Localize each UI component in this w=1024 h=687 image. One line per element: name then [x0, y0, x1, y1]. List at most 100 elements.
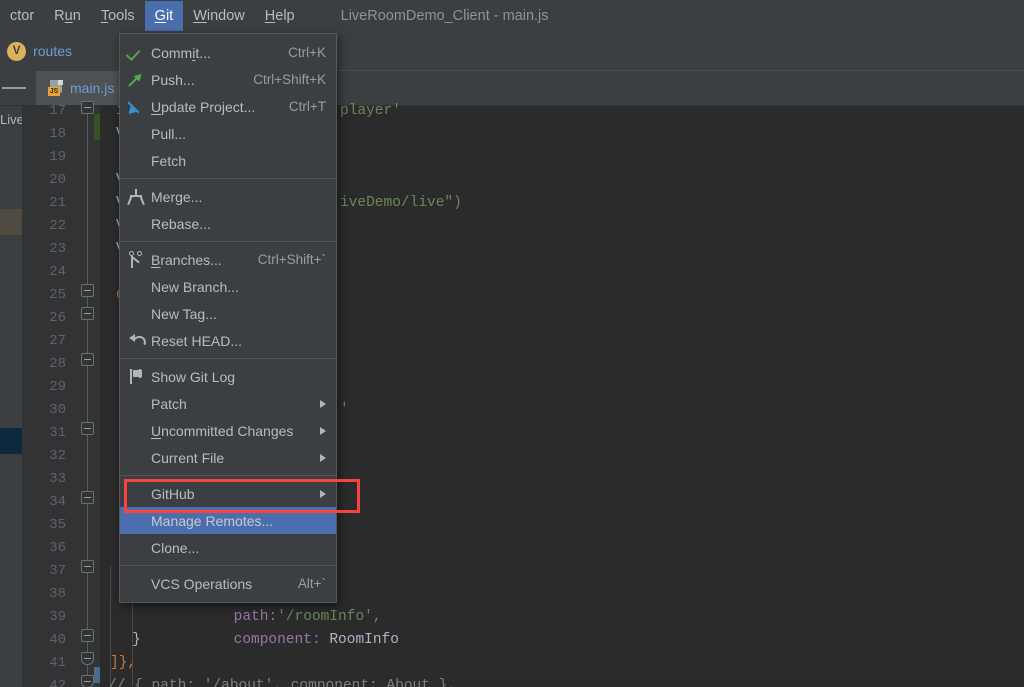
menu-item-label: GitHub	[151, 485, 195, 502]
line-number: 25	[49, 287, 66, 303]
project-selected-row[interactable]	[0, 209, 22, 235]
menu-item-label: Manage Remotes...	[151, 512, 274, 529]
menu-item-pull[interactable]: Pull...	[120, 120, 336, 147]
show-git-log-icon-glyph	[130, 369, 143, 384]
line-number: 39	[49, 609, 66, 625]
menu-item-label: Branches...	[151, 251, 222, 268]
breadcrumb-chevron-icon: ⟩	[0, 43, 1, 59]
project-focused-row[interactable]	[0, 428, 22, 454]
commit-check-icon	[120, 39, 151, 66]
menu-run[interactable]: Run	[44, 1, 91, 31]
fold-box[interactable]	[81, 675, 94, 687]
menu-item-vcs-operations[interactable]: VCS Operations Alt+`	[120, 570, 336, 597]
menu-item-reset-head[interactable]: Reset HEAD...	[120, 327, 336, 354]
collapse-icon[interactable]	[2, 86, 26, 89]
menu-item-shortcut: Ctrl+K	[288, 45, 326, 60]
menu-item-rebase[interactable]: Rebase...	[120, 210, 336, 237]
line-number: 37	[49, 563, 66, 579]
menu-item-icon-empty	[120, 120, 151, 147]
reset-head-icon	[120, 327, 151, 354]
menu-item-label: Clone...	[151, 539, 200, 556]
menu-item-label: Rebase...	[151, 215, 211, 232]
menu-item-label: Current File	[151, 449, 225, 466]
code-token: RoomInfo	[329, 632, 399, 648]
menu-item-icon-empty	[120, 507, 151, 534]
line-number: 36	[49, 540, 66, 556]
line-number: 29	[49, 379, 66, 395]
update-arrow-icon	[120, 93, 151, 120]
merge-icon-glyph	[127, 189, 145, 206]
menu-item-label: Push...	[151, 71, 195, 88]
menu-separator	[120, 358, 336, 359]
fold-box[interactable]	[81, 629, 94, 642]
fold-box[interactable]	[81, 307, 94, 320]
menu-item-current-file[interactable]: Current File	[120, 444, 336, 471]
menu-item-merge[interactable]: Merge...	[120, 183, 336, 210]
project-tool-window[interactable]: LiveR	[0, 106, 22, 687]
breadcrumb-label[interactable]: routes	[33, 43, 72, 59]
menu-item-github[interactable]: GitHub	[120, 480, 336, 507]
branch-icon	[120, 246, 151, 273]
menu-item-label: New Branch...	[151, 278, 239, 295]
breadcrumb-badge: V	[7, 41, 27, 61]
code-token: '	[340, 402, 349, 418]
line-number: 20	[49, 172, 66, 188]
editor-gutter[interactable]: 17 18 19 20 21 22 23 24 25 26 27 28 29 30 31 32 33 34 35 36…	[22, 101, 100, 687]
menu-window[interactable]: Window	[183, 1, 255, 31]
menu-item-manage-remotes[interactable]: Manage Remotes...	[120, 507, 336, 534]
menu-item-push[interactable]: Push... Ctrl+Shift+K	[120, 66, 336, 93]
menu-item-show-git-log[interactable]: Show Git Log	[120, 363, 336, 390]
menu-item-new-branch[interactable]: New Branch...	[120, 273, 336, 300]
js-file-icon: JS	[48, 79, 64, 96]
menu-separator	[120, 241, 336, 242]
menu-item-icon-empty	[120, 417, 151, 444]
menu-item-icon-empty	[120, 273, 151, 300]
menu-item-commit[interactable]: Commit... Ctrl+K	[120, 39, 336, 66]
fold-box[interactable]	[81, 101, 94, 114]
line-number: 34	[49, 494, 66, 510]
menu-item-label: New Tag...	[151, 305, 217, 322]
submenu-arrow-icon	[320, 453, 326, 462]
menu-git[interactable]: Git	[144, 1, 184, 31]
fold-box[interactable]	[81, 422, 94, 435]
submenu-arrow-icon	[320, 489, 326, 498]
menu-tools[interactable]: Tools	[91, 1, 145, 31]
project-node-label[interactable]: LiveR	[0, 112, 22, 127]
window-title: LiveRoomDemo_Client - main.js	[340, 8, 549, 24]
menu-item-label: Patch	[151, 395, 187, 412]
fold-box[interactable]	[81, 284, 94, 297]
menu-item-branches[interactable]: Branches... Ctrl+Shift+`	[120, 246, 336, 273]
menu-help[interactable]: Help	[255, 1, 305, 31]
fold-box[interactable]	[81, 560, 94, 573]
menu-separator	[120, 178, 336, 179]
menu-separator	[120, 475, 336, 476]
line-number: 24	[49, 264, 66, 280]
reset-head-icon-glyph	[129, 334, 144, 348]
submenu-arrow-icon	[320, 399, 326, 408]
git-dropdown-menu[interactable]: Commit... Ctrl+K Push... Ctrl+Shift+K Update…	[119, 33, 337, 603]
menu-item-label: VCS Operations	[151, 575, 253, 592]
menu-item-update-project[interactable]: Update Project... Ctrl+T	[120, 93, 336, 120]
menu-bar[interactable]: ctor Run Tools Git Window Help LiveRoomD…	[0, 0, 1024, 32]
fold-box[interactable]	[81, 353, 94, 366]
menu-item-shortcut: Ctrl+Shift+`	[257, 252, 326, 267]
menu-item-fetch[interactable]: Fetch	[120, 147, 336, 174]
menu-item-clone[interactable]: Clone...	[120, 534, 336, 561]
menu-item-uncommitted-changes[interactable]: Uncommitted Changes	[120, 417, 336, 444]
menu-refactor[interactable]: ctor	[0, 1, 44, 31]
fold-box[interactable]	[81, 652, 94, 665]
menu-item-patch[interactable]: Patch	[120, 390, 336, 417]
fold-box[interactable]	[81, 491, 94, 504]
menu-separator	[120, 565, 336, 566]
line-number: 17	[49, 103, 66, 119]
line-number: 38	[49, 586, 66, 602]
menu-item-shortcut: Ctrl+Shift+K	[253, 72, 326, 87]
line-number: 18	[49, 126, 66, 142]
menu-refactor-label: ctor	[10, 8, 35, 24]
push-arrow-icon-glyph	[128, 73, 142, 87]
code-token: ]},	[110, 655, 137, 671]
line-number: 27	[49, 333, 66, 349]
line-number: 33	[49, 471, 66, 487]
line-number: 42	[49, 678, 66, 687]
menu-item-new-tag[interactable]: New Tag...	[120, 300, 336, 327]
